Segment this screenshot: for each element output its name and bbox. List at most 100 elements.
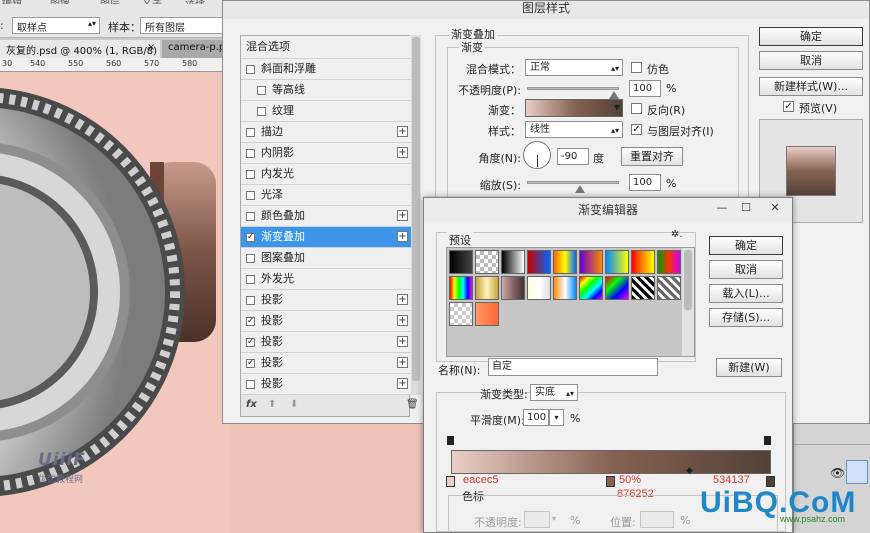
style-item[interactable]: 等高线 xyxy=(241,80,411,101)
preset-swatch[interactable] xyxy=(631,250,655,274)
doc-tab-camera[interactable]: camera-p.psd xyxy=(162,40,230,58)
opacity-slider-thumb[interactable] xyxy=(609,91,619,99)
scale-slider-thumb[interactable] xyxy=(575,185,585,193)
preset-swatch[interactable] xyxy=(527,276,551,300)
add-effect-icon[interactable]: + xyxy=(397,147,408,158)
preset-swatch[interactable] xyxy=(657,250,681,274)
opacity-slider[interactable] xyxy=(527,87,619,90)
add-effect-icon[interactable]: + xyxy=(397,210,408,221)
gradient-preview[interactable] xyxy=(525,99,623,117)
menu-type[interactable]: 文字 xyxy=(142,0,162,4)
style-checkbox[interactable] xyxy=(257,86,266,95)
preset-swatch[interactable] xyxy=(657,276,681,300)
scale-slider[interactable] xyxy=(527,181,619,184)
style-checkbox[interactable] xyxy=(246,149,255,158)
reset-alignment-button[interactable]: 重置对齐 xyxy=(621,147,683,166)
color-stop[interactable] xyxy=(606,476,615,487)
add-effect-icon[interactable]: + xyxy=(397,378,408,389)
document-canvas[interactable]: UiiiF 优优教程网 xyxy=(0,72,230,533)
preset-swatch[interactable] xyxy=(579,276,603,300)
smoothness-dropdown[interactable]: ▾ xyxy=(549,409,564,426)
menu-layer[interactable]: 图层 xyxy=(100,0,120,4)
add-effect-icon[interactable]: + xyxy=(397,231,408,242)
style-item[interactable]: 投影 + xyxy=(241,374,411,395)
blend-options-item[interactable]: 混合选项 xyxy=(241,36,411,59)
preset-swatch[interactable] xyxy=(553,250,577,274)
align-layer-checkbox[interactable]: ✓ xyxy=(631,124,642,135)
sample-layers-select[interactable]: 所有图层 xyxy=(140,17,228,34)
style-checkbox[interactable] xyxy=(246,254,255,263)
style-item[interactable]: ✓ 投影 + xyxy=(241,332,411,353)
scale-input[interactable]: 100 xyxy=(629,174,661,191)
opacity-stop-right[interactable] xyxy=(764,436,771,445)
save-button[interactable]: 存储(S)... xyxy=(709,308,783,327)
layer-thumbnail[interactable] xyxy=(846,460,868,484)
style-checkbox[interactable] xyxy=(246,296,255,305)
preset-swatch[interactable] xyxy=(631,276,655,300)
style-checkbox[interactable]: ✓ xyxy=(246,233,255,242)
style-checkbox[interactable] xyxy=(246,191,255,200)
menu-edit[interactable]: 编辑 xyxy=(2,0,22,4)
style-list-scrollbar[interactable] xyxy=(411,35,421,395)
opacity-stop-left[interactable] xyxy=(447,436,454,445)
stop-opacity-dropdown[interactable]: ▾ xyxy=(552,514,556,523)
preset-swatch[interactable] xyxy=(605,276,629,300)
style-item[interactable]: ✓ 投影 + xyxy=(241,311,411,332)
menu-image[interactable]: 图像 xyxy=(50,0,70,4)
style-item[interactable]: 内发光 xyxy=(241,164,411,185)
style-checkbox[interactable] xyxy=(246,380,255,389)
close-icon[interactable]: ✕ xyxy=(758,198,792,218)
angle-dial[interactable] xyxy=(523,141,551,169)
trash-icon[interactable]: 🗑 xyxy=(406,399,419,410)
style-checkbox[interactable]: ✓ xyxy=(246,359,255,368)
load-button[interactable]: 载入(L)... xyxy=(709,284,783,303)
add-effect-icon[interactable]: + xyxy=(397,294,408,305)
document-canvas-lower[interactable] xyxy=(230,424,425,533)
style-item[interactable]: 光泽 xyxy=(241,185,411,206)
preview-checkbox[interactable]: ✓ xyxy=(783,101,794,112)
move-down-icon[interactable]: ⬇ xyxy=(290,399,298,410)
style-item[interactable]: 描边 + xyxy=(241,122,411,143)
preset-swatch[interactable] xyxy=(475,302,499,326)
smoothness-input[interactable]: 100 xyxy=(523,409,549,426)
cancel-button[interactable]: 取消 xyxy=(759,51,863,70)
stop-position-input[interactable] xyxy=(640,511,674,528)
preset-swatch[interactable] xyxy=(579,250,603,274)
gear-icon[interactable]: ✲. xyxy=(671,229,683,240)
gradient-bar[interactable] xyxy=(451,450,771,474)
preset-swatch[interactable] xyxy=(553,276,577,300)
preset-swatch[interactable] xyxy=(605,250,629,274)
style-item[interactable]: 斜面和浮雕 xyxy=(241,59,411,80)
style-item[interactable]: 投影 + xyxy=(241,290,411,311)
visibility-eye-icon[interactable]: 👁 xyxy=(830,466,845,480)
reverse-checkbox[interactable] xyxy=(631,103,642,114)
name-input[interactable]: 自定 xyxy=(488,358,658,376)
style-checkbox[interactable]: ✓ xyxy=(246,338,255,347)
style-checkbox[interactable] xyxy=(246,128,255,137)
stop-opacity-input[interactable] xyxy=(524,511,550,528)
ge-cancel-button[interactable]: 取消 xyxy=(709,260,783,279)
new-style-button[interactable]: 新建样式(W)... xyxy=(759,77,863,96)
add-effect-icon[interactable]: + xyxy=(397,357,408,368)
gradient-style-select[interactable]: 线性 ▴▾ xyxy=(525,121,623,138)
color-stop[interactable] xyxy=(446,476,455,487)
sample-size-select[interactable]: 取样点 ▴▾ xyxy=(12,17,100,34)
preset-swatch[interactable] xyxy=(449,302,473,326)
ok-button[interactable]: 确定 xyxy=(759,27,863,46)
close-icon[interactable]: × xyxy=(147,42,155,53)
style-item[interactable]: 纹理 xyxy=(241,101,411,122)
style-checkbox[interactable] xyxy=(246,212,255,221)
blend-mode-select[interactable]: 正常 ▴▾ xyxy=(525,59,623,76)
angle-input[interactable]: -90 xyxy=(557,148,589,165)
ge-ok-button[interactable]: 确定 xyxy=(709,236,783,255)
move-up-icon[interactable]: ⬆ xyxy=(268,399,276,410)
dither-checkbox[interactable] xyxy=(631,62,642,73)
doc-tab-active[interactable]: 灰复的.psd @ 400% (1, RGB/8) * xyxy=(0,40,160,58)
add-effect-icon[interactable]: + xyxy=(397,126,408,137)
new-gradient-button[interactable]: 新建(W) xyxy=(716,358,782,377)
style-item[interactable]: ✓ 渐变叠加 + xyxy=(241,227,411,248)
opacity-input[interactable]: 100 xyxy=(629,80,661,97)
menu-select[interactable]: 选择 xyxy=(185,0,205,4)
preset-swatch[interactable] xyxy=(501,250,525,274)
preset-swatch[interactable] xyxy=(475,276,499,300)
